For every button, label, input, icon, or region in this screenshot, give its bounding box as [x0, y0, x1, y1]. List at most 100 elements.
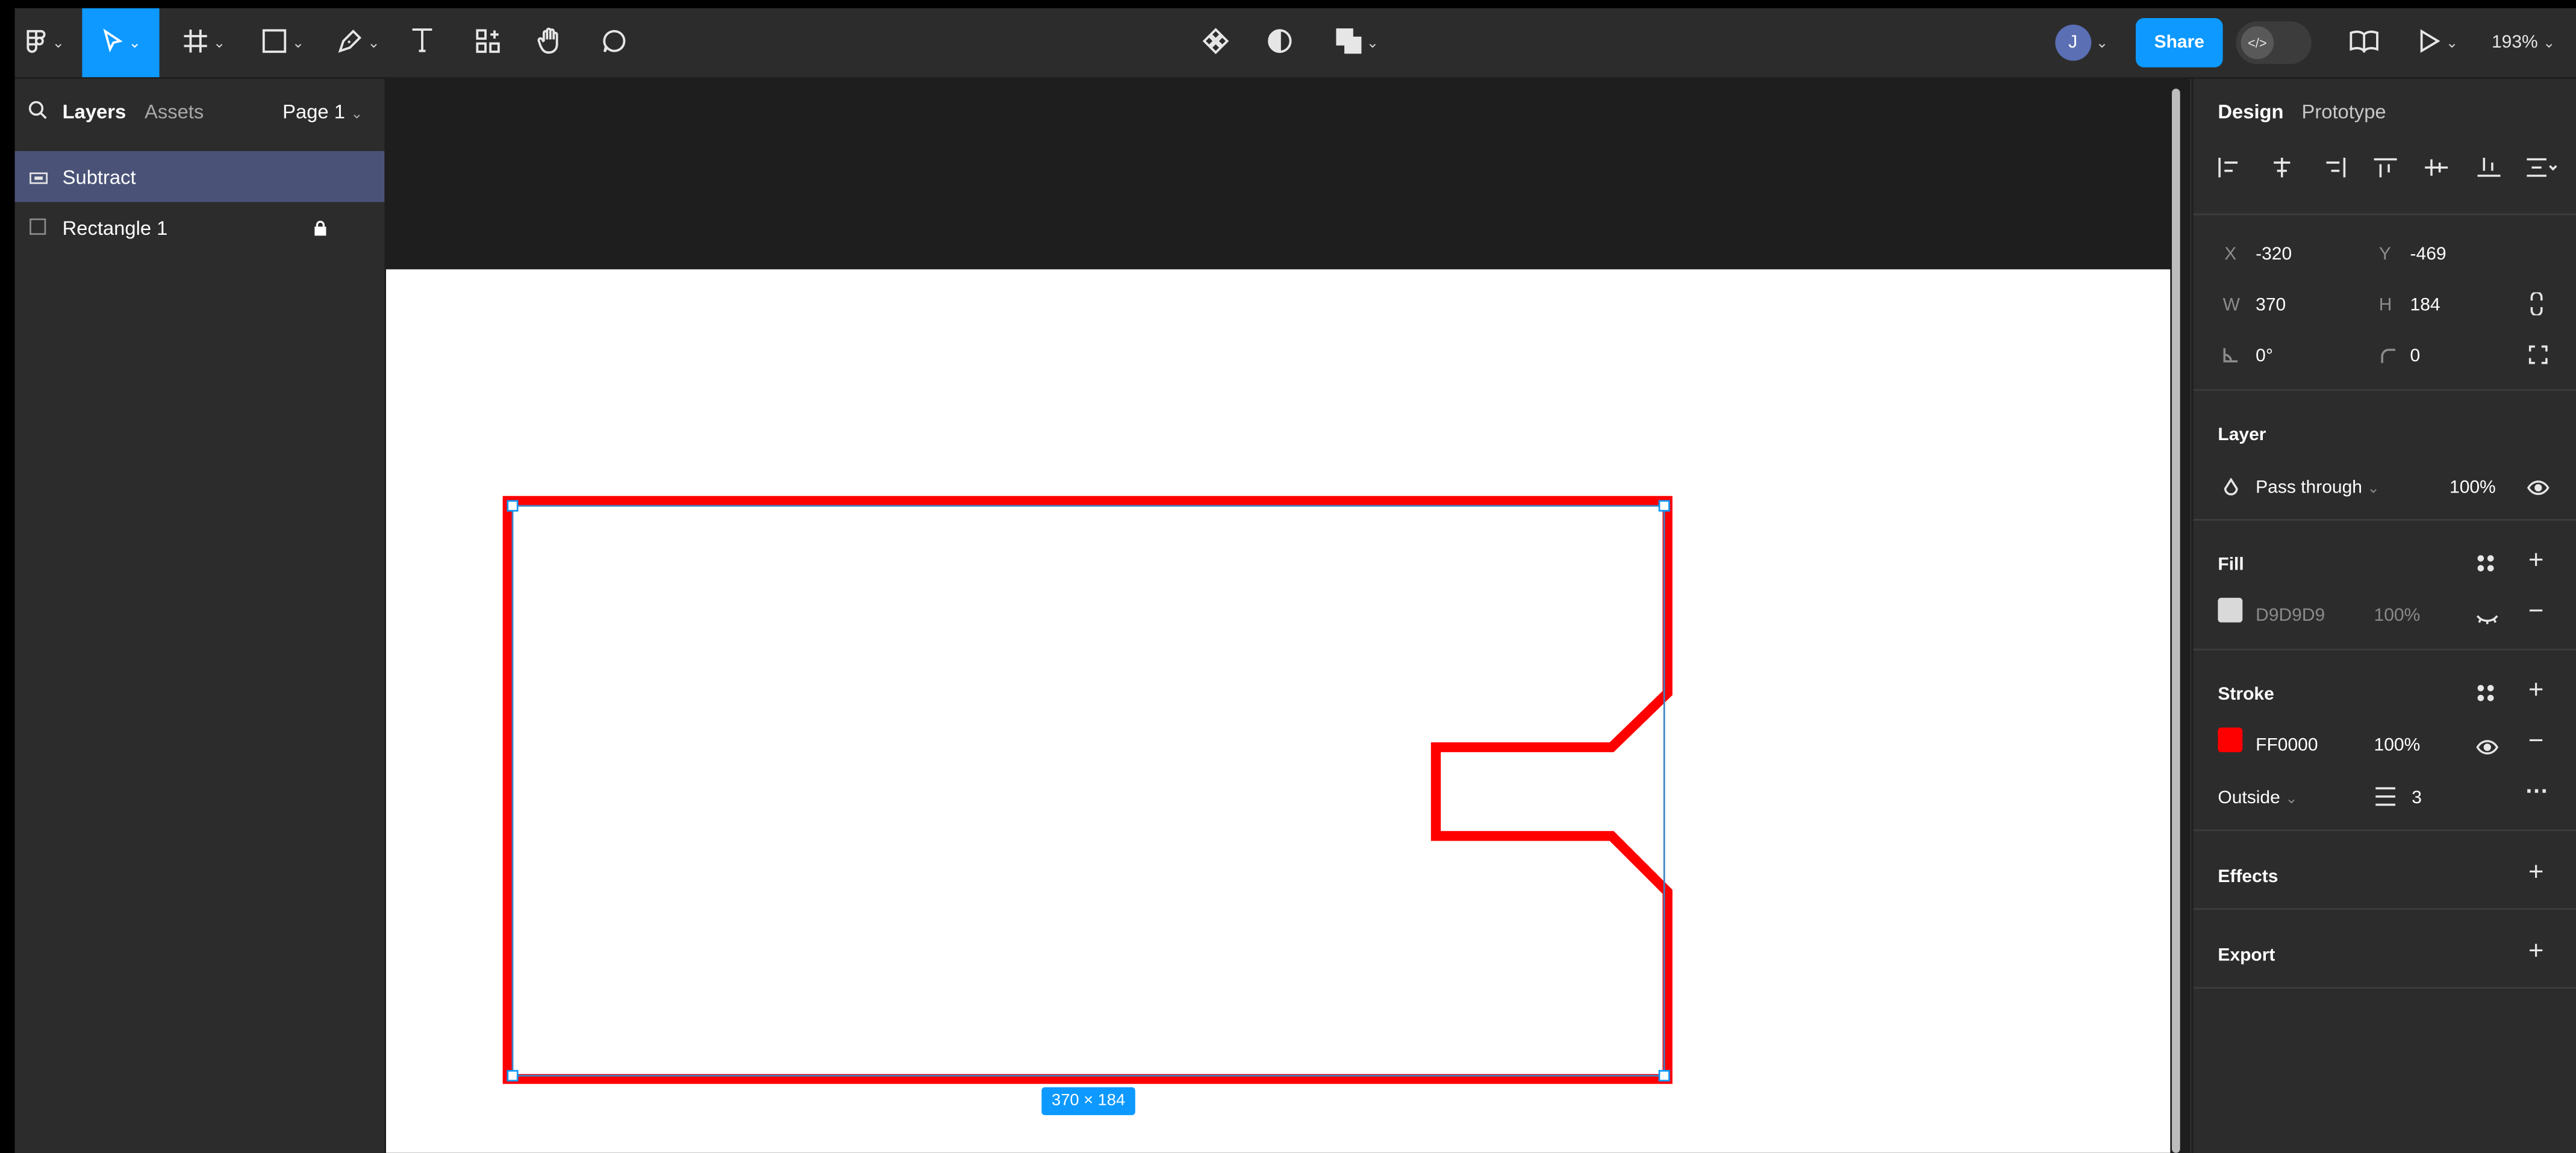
- more-options-icon[interactable]: ⋯: [2525, 779, 2548, 801]
- tab-design[interactable]: Design: [2218, 100, 2283, 123]
- height-input[interactable]: 184: [2410, 296, 2440, 315]
- eye-icon[interactable]: [2527, 478, 2549, 499]
- stroke-styles-grid-icon[interactable]: [2477, 683, 2494, 704]
- stroke-position-value: Outside: [2218, 788, 2280, 809]
- resize-handle-bottom-left[interactable]: [507, 1070, 519, 1082]
- width-input[interactable]: 370: [2256, 296, 2286, 315]
- toolbar: ⌄ ⌄ ⌄ ⌄ ⌄ ⌄ J ⌄ Share </> ⌄ 193% ⌄: [14, 8, 2576, 79]
- corner-radius-input[interactable]: 0: [2410, 347, 2421, 367]
- stroke-color-swatch[interactable]: [2218, 727, 2243, 753]
- lock-icon[interactable]: [314, 219, 327, 241]
- code-brackets-icon: </>: [2241, 26, 2274, 60]
- boolean-shape-icon: [30, 165, 63, 188]
- remove-fill-minus-icon[interactable]: −: [2528, 598, 2543, 625]
- mask-button[interactable]: [1260, 8, 1299, 78]
- fill-hex-input[interactable]: D9D9D9: [2256, 606, 2325, 626]
- rotation-angle-icon: [2223, 347, 2239, 370]
- chevron-down-icon: ⌄: [367, 33, 380, 51]
- stroke-position-select[interactable]: Outside ⌄: [2218, 788, 2297, 808]
- search-icon[interactable]: [28, 100, 48, 123]
- layer-row-rectangle-1[interactable]: Rectangle 1: [15, 202, 385, 253]
- align-left-icon[interactable]: [2218, 157, 2241, 181]
- stroke-section-title: Stroke: [2218, 685, 2274, 705]
- subtract-shape[interactable]: [502, 496, 1673, 1084]
- align-vertical-center-icon[interactable]: [2425, 158, 2448, 181]
- divider: [2193, 213, 2576, 216]
- divider: [2193, 389, 2576, 391]
- add-export-plus-icon[interactable]: +: [2528, 939, 2543, 965]
- boolean-operations-button[interactable]: ⌄: [1324, 8, 1390, 78]
- multiplayer-avatar-button[interactable]: J ⌄: [2044, 8, 2119, 78]
- independent-corners-icon[interactable]: [2528, 345, 2548, 368]
- hand-tool-button[interactable]: [531, 8, 570, 78]
- divider: [2193, 987, 2576, 989]
- tab-layers[interactable]: Layers: [63, 100, 126, 123]
- dev-mode-toggle[interactable]: </>: [2236, 8, 2312, 78]
- move-tool-button[interactable]: ⌄: [82, 8, 160, 78]
- chevron-down-icon: ⌄: [128, 33, 141, 51]
- pen-tool-button[interactable]: ⌄: [327, 8, 390, 78]
- frame-tool-button[interactable]: ⌄: [172, 8, 235, 78]
- constrain-proportions-icon[interactable]: [2530, 291, 2543, 319]
- library-button[interactable]: [2344, 8, 2383, 78]
- share-button[interactable]: Share: [2136, 18, 2223, 67]
- fill-color-swatch[interactable]: [2218, 597, 2243, 623]
- zoom-level: 193%: [2491, 33, 2538, 53]
- chevron-down-icon: ⌄: [2542, 33, 2556, 51]
- cursor-arrow-icon: [101, 27, 123, 58]
- resources-button[interactable]: [468, 8, 507, 78]
- frame-hash-icon: [182, 27, 208, 58]
- eye-closed-icon[interactable]: [2476, 608, 2499, 629]
- blend-drop-icon: [2223, 477, 2239, 501]
- blend-mode-select[interactable]: Pass through ⌄: [2256, 478, 2380, 498]
- add-stroke-plus-icon[interactable]: +: [2528, 677, 2543, 704]
- corner-radius-icon: [2380, 347, 2397, 368]
- y-input[interactable]: -469: [2410, 244, 2447, 264]
- chevron-down-icon: ⌄: [1366, 33, 1379, 51]
- comment-tool-button[interactable]: [594, 8, 634, 78]
- present-button[interactable]: ⌄: [2413, 8, 2463, 78]
- rotation-input[interactable]: 0°: [2256, 347, 2273, 367]
- h-label: H: [2378, 295, 2392, 315]
- vertical-scrollbar[interactable]: [2172, 89, 2180, 1153]
- tab-assets[interactable]: Assets: [145, 100, 204, 123]
- page-selector[interactable]: Page 1 ⌄: [282, 100, 363, 123]
- resize-handle-top-left[interactable]: [507, 500, 519, 512]
- x-input[interactable]: -320: [2256, 244, 2292, 264]
- eye-icon[interactable]: [2476, 738, 2499, 759]
- layer-opacity-input[interactable]: 100%: [2450, 478, 2496, 498]
- selection-outline: [511, 505, 1665, 1077]
- components-button[interactable]: [1196, 8, 1235, 78]
- resize-handle-bottom-right[interactable]: [1658, 1070, 1670, 1082]
- stroke-opacity-input[interactable]: 100%: [2374, 736, 2421, 756]
- chevron-down-icon: ⌄: [2445, 33, 2459, 51]
- page-name: Page 1: [282, 100, 345, 123]
- align-right-icon[interactable]: [2323, 157, 2346, 181]
- fill-styles-grid-icon[interactable]: [2477, 553, 2494, 574]
- resize-handle-top-right[interactable]: [1658, 500, 1670, 512]
- main-menu-button[interactable]: ⌄: [18, 8, 70, 78]
- text-tool-button[interactable]: [402, 8, 441, 78]
- add-effect-plus-icon[interactable]: +: [2528, 860, 2543, 886]
- zoom-menu[interactable]: 193% ⌄: [2483, 8, 2565, 78]
- tab-prototype[interactable]: Prototype: [2302, 100, 2386, 123]
- align-horizontal-center-icon[interactable]: [2271, 157, 2294, 181]
- figma-editor: ⌄ ⌄ ⌄ ⌄ ⌄ ⌄ J ⌄ Share </> ⌄ 193% ⌄ Layer…: [14, 8, 2576, 1153]
- layer-row-subtract[interactable]: Subtract: [14, 151, 385, 202]
- stroke-weight-input[interactable]: 3: [2412, 788, 2422, 808]
- add-fill-plus-icon[interactable]: +: [2528, 548, 2543, 574]
- align-top-icon[interactable]: [2374, 158, 2397, 181]
- shape-tool-button[interactable]: ⌄: [251, 8, 314, 78]
- align-bottom-icon[interactable]: [2477, 157, 2501, 181]
- distribute-menu-icon[interactable]: [2527, 158, 2560, 181]
- remove-stroke-minus-icon[interactable]: −: [2528, 729, 2543, 755]
- canvas[interactable]: 370 × 184: [386, 78, 2191, 1153]
- stroke-hex-input[interactable]: FF0000: [2256, 736, 2318, 756]
- share-button-wrap: Share: [2136, 8, 2223, 78]
- boolean-union-icon: [1335, 27, 1362, 58]
- fill-opacity-input[interactable]: 100%: [2374, 606, 2421, 626]
- layer-name: Subtract: [62, 165, 136, 188]
- component-diamond-icon: [1202, 27, 1229, 58]
- design-panel: Design Prototype X -320 Y -469 W 370 H 1…: [2191, 78, 2576, 1153]
- fill-section-title: Fill: [2218, 555, 2244, 575]
